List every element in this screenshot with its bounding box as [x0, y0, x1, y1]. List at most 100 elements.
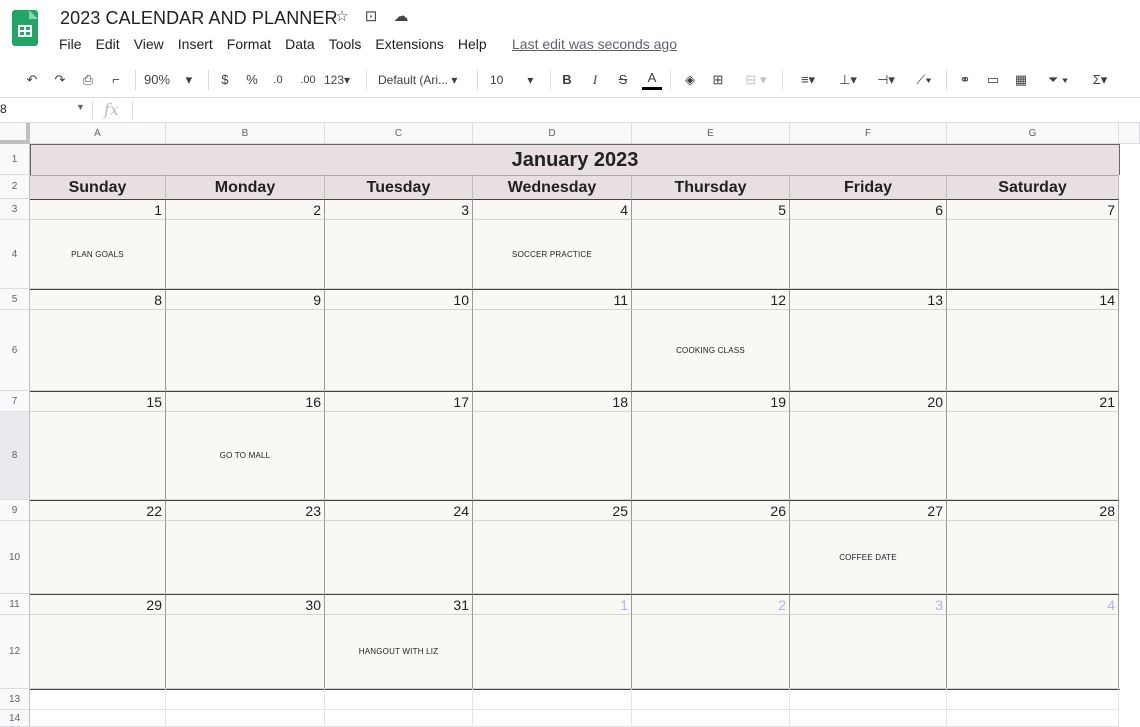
column-header-e[interactable]: E [632, 123, 790, 144]
date-number-cell[interactable]: 9 [166, 289, 325, 310]
day-event-cell[interactable] [473, 521, 632, 594]
row-header-11[interactable]: 11 [0, 594, 30, 615]
last-edit-link[interactable]: Last edit was seconds ago [512, 36, 677, 52]
menu-help[interactable]: Help [458, 36, 487, 52]
text-rotation-icon[interactable]: ⟋▾ [908, 70, 940, 90]
day-event-cell[interactable] [325, 412, 473, 500]
empty-cell[interactable] [790, 710, 947, 727]
date-number-cell[interactable]: 20 [790, 391, 947, 412]
date-number-cell[interactable]: 10 [325, 289, 473, 310]
date-number-cell[interactable]: 22 [30, 500, 166, 521]
day-event-cell[interactable]: COOKING CLASS [632, 310, 790, 391]
date-number-cell[interactable]: 23 [166, 500, 325, 521]
day-event-cell[interactable]: SOCCER PRACTICE [473, 220, 632, 289]
day-event-cell[interactable]: PLAN GOALS [30, 220, 166, 289]
month-title[interactable]: January 2023 [30, 144, 1120, 175]
percent-button[interactable]: % [243, 70, 261, 90]
fill-color-icon[interactable]: ◈ [680, 70, 700, 90]
day-event-cell[interactable] [166, 310, 325, 391]
date-number-cell[interactable]: 19 [632, 391, 790, 412]
date-number-cell[interactable]: 7 [947, 199, 1119, 220]
weekday-wednesday[interactable]: Wednesday [473, 175, 632, 199]
row-header-6[interactable]: 6 [0, 310, 30, 391]
weekday-sunday[interactable]: Sunday [30, 175, 166, 199]
column-header-b[interactable]: B [166, 123, 325, 144]
day-event-cell[interactable] [632, 412, 790, 500]
strikethrough-icon[interactable]: S [614, 70, 632, 90]
sheets-logo-icon[interactable] [12, 10, 38, 46]
date-number-cell[interactable]: 16 [166, 391, 325, 412]
day-event-cell[interactable] [166, 220, 325, 289]
date-number-cell[interactable]: 3 [325, 199, 473, 220]
date-number-cell[interactable]: 2 [166, 199, 325, 220]
column-header-a[interactable]: A [30, 123, 166, 144]
empty-cell[interactable] [30, 710, 166, 727]
filter-icon[interactable]: ⏷ ▾ [1040, 70, 1076, 90]
empty-cell[interactable] [473, 689, 632, 710]
day-event-cell[interactable] [947, 521, 1119, 594]
date-number-cell[interactable]: 28 [947, 500, 1119, 521]
weekday-thursday[interactable]: Thursday [632, 175, 790, 199]
day-event-cell[interactable]: HANGOUT WITH LIZ [325, 615, 473, 689]
empty-cell[interactable] [632, 689, 790, 710]
column-header-f[interactable]: F [790, 123, 947, 144]
functions-icon[interactable]: Σ▾ [1084, 70, 1116, 90]
day-event-cell[interactable] [632, 615, 790, 689]
formula-input[interactable] [140, 102, 1130, 118]
row-header-9[interactable]: 9 [0, 500, 30, 521]
date-number-cell[interactable]: 31 [325, 594, 473, 615]
row-header-14[interactable]: 14 [0, 710, 30, 727]
day-event-cell[interactable] [947, 615, 1119, 689]
empty-cell[interactable] [947, 710, 1119, 727]
text-color-icon[interactable]: A [642, 70, 662, 90]
date-number-cell[interactable]: 2 [632, 594, 790, 615]
date-number-cell[interactable]: 5 [632, 199, 790, 220]
zoom-select[interactable]: 90% ▾ [144, 70, 199, 90]
row-header-13[interactable]: 13 [0, 689, 30, 710]
insert-link-icon[interactable]: ⚭ [955, 70, 975, 90]
date-number-cell[interactable]: 3 [790, 594, 947, 615]
bold-icon[interactable]: B [558, 70, 576, 90]
cloud-status-icon[interactable]: ☁ [392, 8, 410, 26]
day-event-cell[interactable] [947, 220, 1119, 289]
row-header-8[interactable]: 8 [0, 412, 30, 500]
day-event-cell[interactable] [790, 615, 947, 689]
menu-edit[interactable]: Edit [96, 36, 120, 52]
day-event-cell[interactable] [30, 615, 166, 689]
date-number-cell[interactable]: 25 [473, 500, 632, 521]
more-formats-button[interactable]: 123▾ [324, 70, 358, 90]
date-number-cell[interactable]: 1 [30, 199, 166, 220]
day-event-cell[interactable] [325, 220, 473, 289]
date-number-cell[interactable]: 26 [632, 500, 790, 521]
date-number-cell[interactable]: 4 [473, 199, 632, 220]
day-event-cell[interactable] [325, 521, 473, 594]
day-event-cell[interactable] [947, 310, 1119, 391]
date-number-cell[interactable]: 18 [473, 391, 632, 412]
day-event-cell[interactable] [790, 310, 947, 391]
empty-cell[interactable] [166, 710, 325, 727]
date-number-cell[interactable]: 27 [790, 500, 947, 521]
date-number-cell[interactable]: 8 [30, 289, 166, 310]
select-all-corner[interactable] [0, 123, 30, 144]
column-header-c[interactable]: C [325, 123, 473, 144]
star-icon[interactable]: ☆ [333, 8, 351, 26]
date-number-cell[interactable]: 30 [166, 594, 325, 615]
row-header-2[interactable]: 2 [0, 175, 30, 199]
empty-cell[interactable] [947, 689, 1119, 710]
row-header-3[interactable]: 3 [0, 199, 30, 220]
increase-decimal-button[interactable]: .00 [296, 70, 320, 90]
day-event-cell[interactable] [632, 521, 790, 594]
font-family-select[interactable]: Default (Ari... ▾ [378, 70, 470, 90]
day-event-cell[interactable] [947, 412, 1119, 500]
merge-cells-icon[interactable]: ⊟ ▾ [738, 70, 774, 90]
name-box[interactable]: 8 ▼ [0, 102, 90, 116]
menu-format[interactable]: Format [227, 36, 271, 52]
date-number-cell[interactable]: 15 [30, 391, 166, 412]
column-header-d[interactable]: D [473, 123, 632, 144]
menu-data[interactable]: Data [285, 36, 315, 52]
empty-cell[interactable] [166, 689, 325, 710]
menu-view[interactable]: View [134, 36, 164, 52]
weekday-monday[interactable]: Monday [166, 175, 325, 199]
undo-icon[interactable]: ↶ [22, 70, 42, 90]
print-icon[interactable]: ⎙ [78, 70, 98, 90]
